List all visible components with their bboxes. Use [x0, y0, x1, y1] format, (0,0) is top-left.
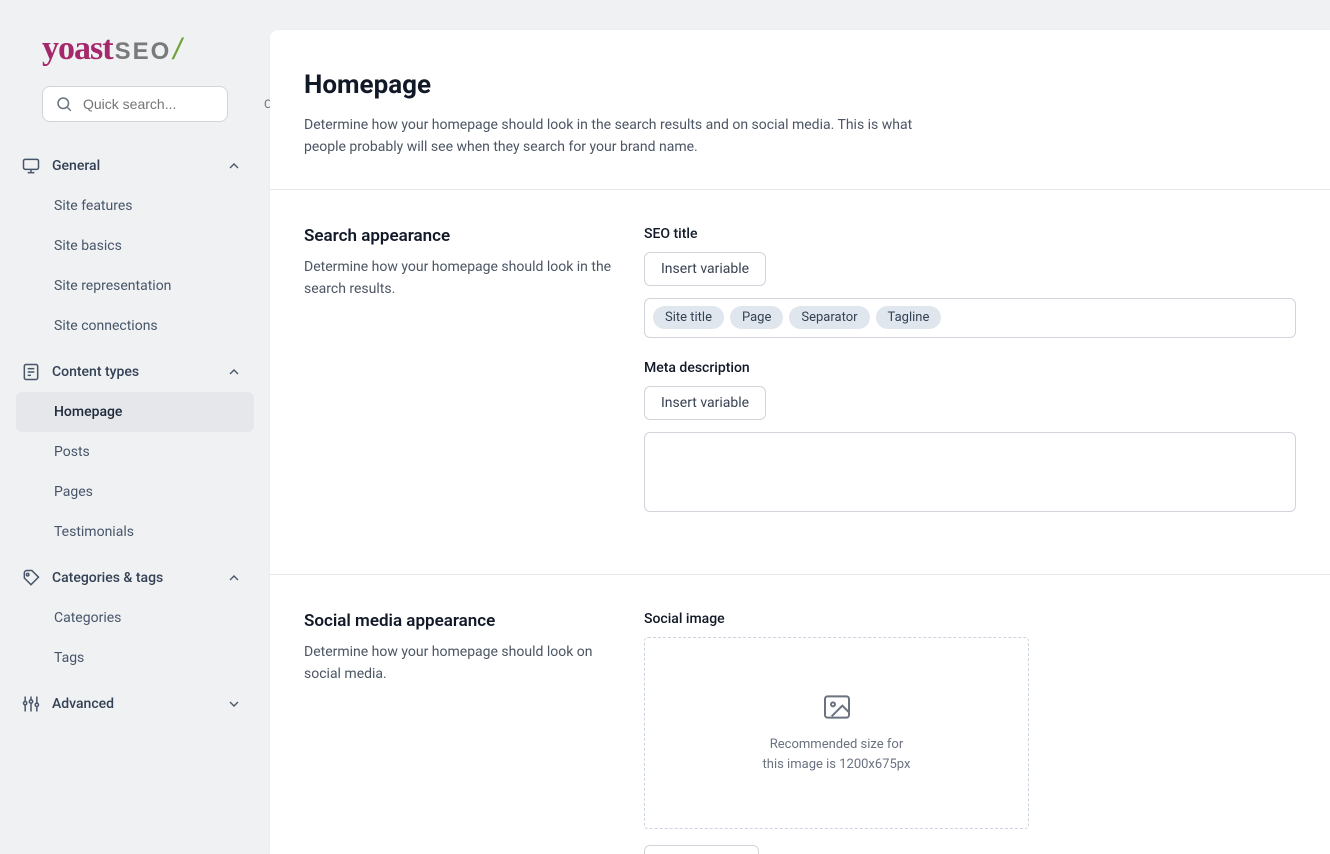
variable-token[interactable]: Page [730, 306, 783, 329]
navigation: General Site featuresSite basicsSite repr… [14, 146, 256, 724]
nav-item[interactable]: Pages [16, 472, 254, 512]
seo-title-input[interactable]: Site title Page Separator Tagline [644, 298, 1296, 338]
chevron-down-icon [226, 696, 242, 712]
nav-group: Advanced [14, 684, 256, 724]
nav-group-label: General [52, 158, 226, 174]
meta-description-label: Meta description [644, 360, 1296, 376]
meta-description-input[interactable] [644, 432, 1296, 512]
logo-slash: / [173, 33, 181, 66]
section-title: Social media appearance [304, 611, 614, 631]
section-description: Determine how your homepage should look … [304, 256, 614, 301]
nav-group-header[interactable]: General [14, 146, 256, 186]
nav-group-icon [20, 568, 42, 588]
insert-variable-button[interactable]: Insert variable [644, 252, 766, 286]
field-social-image: Social image Recommended size for this i… [644, 611, 1296, 854]
logo-brand: yoast [42, 30, 113, 67]
section-social-appearance: Social media appearance Determine how yo… [270, 575, 1330, 854]
field-seo-title: SEO title Insert variable Site title Page… [644, 226, 1296, 338]
nav-item[interactable]: Site connections [16, 306, 254, 346]
insert-variable-button[interactable]: Insert variable [644, 386, 766, 420]
search-icon [55, 95, 73, 113]
nav-group-label: Categories & tags [52, 570, 226, 586]
social-image-dropzone[interactable]: Recommended size for this image is 1200x… [644, 637, 1029, 829]
variable-token[interactable]: Site title [653, 306, 724, 329]
select-image-button[interactable]: Select image [644, 845, 759, 854]
nav-group-icon [20, 362, 42, 382]
nav-item[interactable]: Homepage [16, 392, 254, 432]
nav-group-header[interactable]: Content types [14, 352, 256, 392]
chevron-up-icon [226, 570, 242, 586]
nav-group-label: Content types [52, 364, 226, 380]
logo: yoastSEO/ [14, 30, 256, 86]
nav-group-label: Advanced [52, 696, 226, 712]
image-icon [819, 691, 855, 723]
nav-group-header[interactable]: Categories & tags [14, 558, 256, 598]
seo-title-label: SEO title [644, 226, 1296, 242]
main-content: Homepage Determine how your homepage sho… [270, 30, 1330, 854]
nav-group: General Site featuresSite basicsSite repr… [14, 146, 256, 346]
nav-item[interactable]: Site representation [16, 266, 254, 306]
page-description: Determine how your homepage should look … [304, 114, 924, 159]
chevron-up-icon [226, 364, 242, 380]
nav-group-icon [20, 694, 42, 714]
nav-group-header[interactable]: Advanced [14, 684, 256, 724]
search-input[interactable] [83, 96, 264, 112]
social-image-label: Social image [644, 611, 1296, 627]
variable-token[interactable]: Separator [789, 306, 869, 329]
section-title: Search appearance [304, 226, 614, 246]
nav-item[interactable]: Posts [16, 432, 254, 472]
search-input-wrapper[interactable]: CtrlK [42, 86, 228, 122]
nav-item[interactable]: Tags [16, 638, 254, 678]
nav-item[interactable]: Testimonials [16, 512, 254, 552]
section-description: Determine how your homepage should look … [304, 641, 614, 686]
nav-item[interactable]: Categories [16, 598, 254, 638]
nav-group: Categories & tags CategoriesTags [14, 558, 256, 678]
social-image-hint: Recommended size for this image is 1200x… [762, 735, 912, 774]
variable-token[interactable]: Tagline [876, 306, 942, 329]
sidebar: yoastSEO/ CtrlK GeneralSite featuresSite… [0, 0, 270, 854]
nav-group-icon [20, 156, 42, 176]
field-meta-description: Meta description Insert variable [644, 360, 1296, 516]
chevron-up-icon [226, 158, 242, 174]
section-search-appearance: Search appearance Determine how your hom… [270, 190, 1330, 575]
page-header: Homepage Determine how your homepage sho… [270, 30, 1330, 190]
nav-group: Content types HomepagePostsPagesTestimoni… [14, 352, 256, 552]
nav-item[interactable]: Site features [16, 186, 254, 226]
nav-item[interactable]: Site basics [16, 226, 254, 266]
logo-product: SEO [115, 38, 172, 65]
page-title: Homepage [304, 70, 1296, 100]
